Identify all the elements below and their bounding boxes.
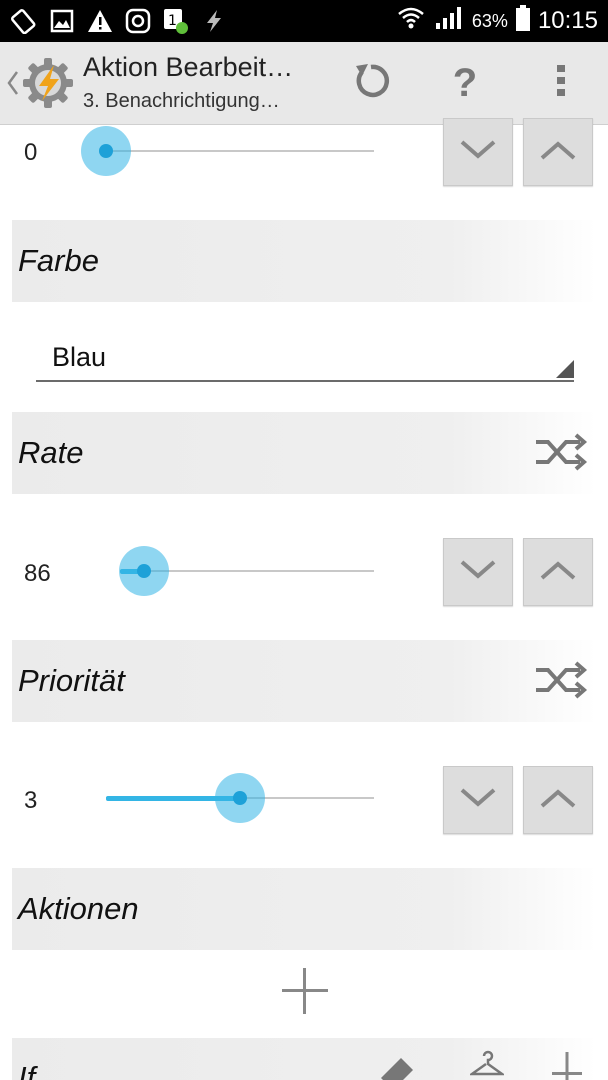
help-button[interactable]: ?: [440, 58, 490, 108]
battery-percent: 63%: [471, 10, 508, 31]
chevron-down-icon: [458, 558, 498, 587]
priority-decrement-button[interactable]: [443, 766, 513, 834]
section-header-rate: Rate: [12, 412, 596, 494]
dropdown-triangle-icon: [556, 360, 574, 378]
shuffle-icon[interactable]: [534, 660, 588, 700]
page-subtitle: 3. Benachrichtigung…: [83, 90, 280, 112]
edit-tag-icon[interactable]: [377, 1054, 417, 1080]
screen-rotation-icon: [10, 7, 38, 35]
overflow-menu-icon: [555, 63, 567, 104]
chevron-up-icon: [538, 138, 578, 167]
rate-increment-button[interactable]: [523, 538, 593, 606]
chevron-up-icon: [538, 558, 578, 587]
color-dropdown[interactable]: Blau: [36, 330, 574, 382]
wifi-icon: [396, 4, 426, 38]
section-title-prioritaet: Priorität: [18, 663, 125, 698]
rate-decrement-button[interactable]: [443, 538, 513, 606]
warning-icon: [86, 7, 114, 35]
signal-icon: [434, 5, 464, 37]
action-bar: Aktion Bearbeit… 3. Benachrichtigung… ?: [0, 42, 608, 125]
page-title: Aktion Bearbeit…: [83, 52, 294, 82]
priority-value: 3: [24, 787, 38, 814]
hanger-icon[interactable]: [468, 1050, 506, 1080]
chevron-down-icon: [458, 138, 498, 167]
undo-icon: [350, 60, 392, 107]
image-icon: [48, 7, 76, 35]
section-header-prioritaet: Priorität: [12, 640, 596, 722]
overflow-menu-button[interactable]: [536, 58, 586, 108]
top-slider-track[interactable]: [106, 150, 374, 152]
status-bar: 1 63% 10:15: [0, 0, 608, 42]
section-header-aktionen: Aktionen: [12, 868, 596, 950]
tasker-icon: [200, 7, 228, 35]
section-title-if: If: [18, 1060, 36, 1080]
notification-badge-icon: 1: [162, 7, 190, 35]
top-decrement-button[interactable]: [443, 118, 513, 186]
priority-increment-button[interactable]: [523, 766, 593, 834]
at-sign-icon: [124, 7, 152, 35]
top-slider-thumb-dot: [99, 144, 113, 158]
section-title-aktionen: Aktionen: [18, 891, 139, 926]
plus-icon: [282, 968, 328, 1014]
add-action-button[interactable]: [280, 966, 330, 1016]
section-header-farbe: Farbe: [12, 220, 596, 302]
shuffle-icon[interactable]: [534, 432, 588, 472]
section-header-if: If: [12, 1038, 596, 1080]
color-dropdown-value: Blau: [52, 342, 107, 372]
chevron-down-icon: [458, 786, 498, 815]
rate-value: 86: [24, 560, 51, 587]
top-slider-value: 0: [24, 139, 38, 166]
priority-slider-thumb-dot: [233, 791, 247, 805]
rate-slider-thumb-dot: [137, 564, 151, 578]
chevron-up-icon: [538, 786, 578, 815]
top-increment-button[interactable]: [523, 118, 593, 186]
status-right: 63% 10:15: [396, 4, 598, 38]
section-title-rate: Rate: [18, 435, 84, 470]
section-title-farbe: Farbe: [18, 243, 99, 278]
battery-icon: [515, 5, 530, 37]
clock: 10:15: [537, 7, 598, 34]
svg-text:1: 1: [168, 13, 177, 29]
app-logo-icon[interactable]: [20, 55, 76, 111]
status-left-icons: 1: [10, 6, 228, 36]
back-chevron-icon[interactable]: [6, 68, 20, 98]
undo-button[interactable]: [346, 58, 396, 108]
plus-icon[interactable]: [550, 1052, 584, 1080]
